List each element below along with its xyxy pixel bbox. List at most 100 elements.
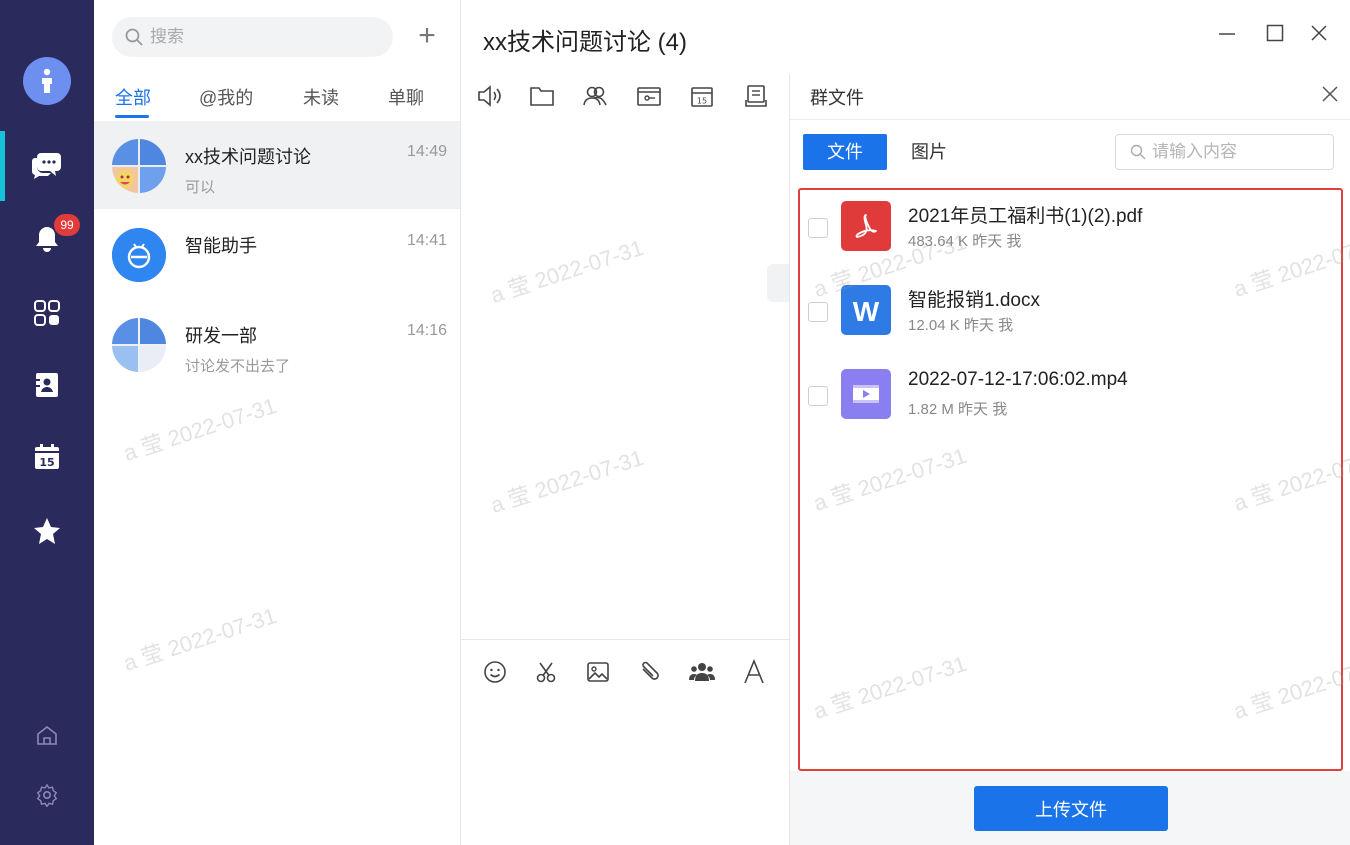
sidebar-item-messages[interactable] <box>30 148 64 182</box>
members-button[interactable] <box>581 82 609 110</box>
tab-active-underline <box>115 115 149 118</box>
panel-title: 群文件 <box>810 88 864 108</box>
sidebar-item-calendar[interactable]: 15 <box>30 440 64 474</box>
search-input[interactable] <box>150 27 370 47</box>
file-checkbox[interactable] <box>808 302 828 322</box>
composer-divider <box>461 639 789 640</box>
calendar-button[interactable]: 15 <box>688 82 716 110</box>
file-list: 2021年员工福利书(1)(2).pdf 483.64 K 昨天 我 W 智能报… <box>798 188 1350 771</box>
conversation-tabs: 全部 @我的 未读 单聊 <box>94 84 460 114</box>
file-item[interactable]: 2022-07-12-17:06:02.mp4 1.82 M 昨天 我 <box>800 358 1341 442</box>
tab-all[interactable]: 全部 <box>115 84 151 110</box>
minimize-icon <box>1219 33 1235 35</box>
group-files-button[interactable] <box>635 82 663 110</box>
emoji-icon <box>484 661 506 683</box>
file-size: 12.04 K <box>908 317 960 334</box>
sidebar-item-apps[interactable] <box>30 296 64 330</box>
file-date: 昨天 <box>963 317 994 334</box>
file-owner: 我 <box>992 401 1008 418</box>
close-window-button[interactable] <box>1304 18 1334 48</box>
robot-icon <box>112 228 166 282</box>
image-button[interactable] <box>582 656 614 688</box>
sidebar-item-favorites[interactable] <box>30 514 64 548</box>
conversation-time: 14:16 <box>406 322 447 339</box>
file-checkbox[interactable] <box>808 386 828 406</box>
file-meta: 12.04 K 昨天 我 <box>908 314 1013 335</box>
folder-button[interactable] <box>528 82 556 110</box>
file-name: 智能报销1.docx <box>908 290 1040 311</box>
maximize-button[interactable] <box>1260 18 1290 48</box>
panel-close-button[interactable] <box>1318 82 1342 106</box>
conversation-item[interactable]: 研发一部 14:16 讨论发不出去了 <box>94 300 460 388</box>
conversation-list-pane: + 全部 @我的 未读 单聊 xx技术问题讨论 14:49 可以 <box>94 0 461 845</box>
voice-call-button[interactable] <box>475 82 503 110</box>
tab-unread[interactable]: 未读 <box>303 84 339 110</box>
search-box[interactable] <box>112 17 393 57</box>
conversation-item[interactable]: xx技术问题讨论 14:49 可以 <box>94 121 460 209</box>
group-avatar <box>112 139 166 193</box>
notification-badge: 99 <box>54 214 80 236</box>
attachment-button[interactable] <box>634 656 666 688</box>
notes-icon <box>745 85 767 107</box>
watermark: a 莹 2022-07-31 <box>810 442 970 516</box>
assistant-avatar <box>112 228 166 282</box>
group-icon <box>583 86 607 106</box>
font-format-button[interactable] <box>738 656 770 688</box>
settings-icon <box>36 783 58 807</box>
maximize-icon <box>1266 24 1284 42</box>
conversation-item[interactable]: 智能助手 14:41 <box>94 210 460 298</box>
upload-file-button[interactable]: 上传文件 <box>974 786 1168 831</box>
file-meta: 483.64 K 昨天 我 <box>908 230 1021 251</box>
tab-direct[interactable]: 单聊 <box>388 84 424 110</box>
home-icon <box>37 725 57 745</box>
watermark: a 莹 2022-07-31 <box>120 602 280 676</box>
sidebar-item-contacts[interactable] <box>30 368 64 402</box>
font-icon <box>744 659 764 684</box>
group-avatar <box>112 318 166 372</box>
speaker-icon <box>478 85 501 107</box>
sidebar-item-home[interactable] <box>30 718 64 752</box>
panel-search-box[interactable] <box>1115 134 1334 170</box>
composer-toolbar <box>461 652 789 692</box>
file-item[interactable]: W 智能报销1.docx 12.04 K 昨天 我 <box>800 274 1341 358</box>
svg-text:W: W <box>853 296 880 325</box>
watermark: a 莹 2022-07-31 <box>810 650 970 724</box>
apps-icon <box>34 300 60 326</box>
folder-icon <box>530 87 554 106</box>
conversation-name: 智能助手 <box>185 236 257 256</box>
video-icon <box>841 369 891 419</box>
conversation-time: 14:41 <box>406 232 447 249</box>
sidebar: 99 15 <box>0 0 94 845</box>
tab-images[interactable]: 图片 <box>911 134 947 170</box>
window-controls <box>1200 18 1340 48</box>
screenshot-button[interactable] <box>530 656 562 688</box>
tab-mentions[interactable]: @我的 <box>199 84 253 110</box>
file-checkbox[interactable] <box>808 218 828 238</box>
file-size: 1.82 M <box>908 401 954 418</box>
group-files-panel: 群文件 文件 图片 2021年员工福利书(1)(2).pdf 483.64 K <box>789 74 1350 845</box>
sidebar-item-settings[interactable] <box>30 778 64 812</box>
chat-icon <box>31 153 61 179</box>
conversation-name: xx技术问题讨论 <box>185 147 311 167</box>
add-button[interactable]: + <box>412 20 442 54</box>
svg-text:15: 15 <box>39 456 54 469</box>
star-icon <box>34 518 60 544</box>
file-meta: 1.82 M 昨天 我 <box>908 398 1007 419</box>
panel-search-input[interactable] <box>1152 142 1322 162</box>
conversation-name: 研发一部 <box>185 326 257 346</box>
mention-members-button[interactable] <box>686 656 718 688</box>
tab-files[interactable]: 文件 <box>803 134 887 170</box>
sidebar-active-indicator <box>0 131 5 201</box>
emoji-button[interactable] <box>479 656 511 688</box>
svg-text:15: 15 <box>697 97 707 106</box>
file-name: 2022-07-12-17:06:02.mp4 <box>908 369 1128 390</box>
search-icon <box>125 28 143 46</box>
close-icon <box>1322 86 1338 102</box>
notes-button[interactable] <box>742 82 770 110</box>
calendar-icon: 15 <box>691 87 713 107</box>
minimize-button[interactable] <box>1212 18 1242 48</box>
file-item[interactable]: 2021年员工福利书(1)(2).pdf 483.64 K 昨天 我 <box>800 190 1341 274</box>
user-avatar[interactable] <box>23 57 71 105</box>
contacts-icon <box>36 373 58 397</box>
watermark: a 莹 2022-07-31 <box>120 392 280 466</box>
